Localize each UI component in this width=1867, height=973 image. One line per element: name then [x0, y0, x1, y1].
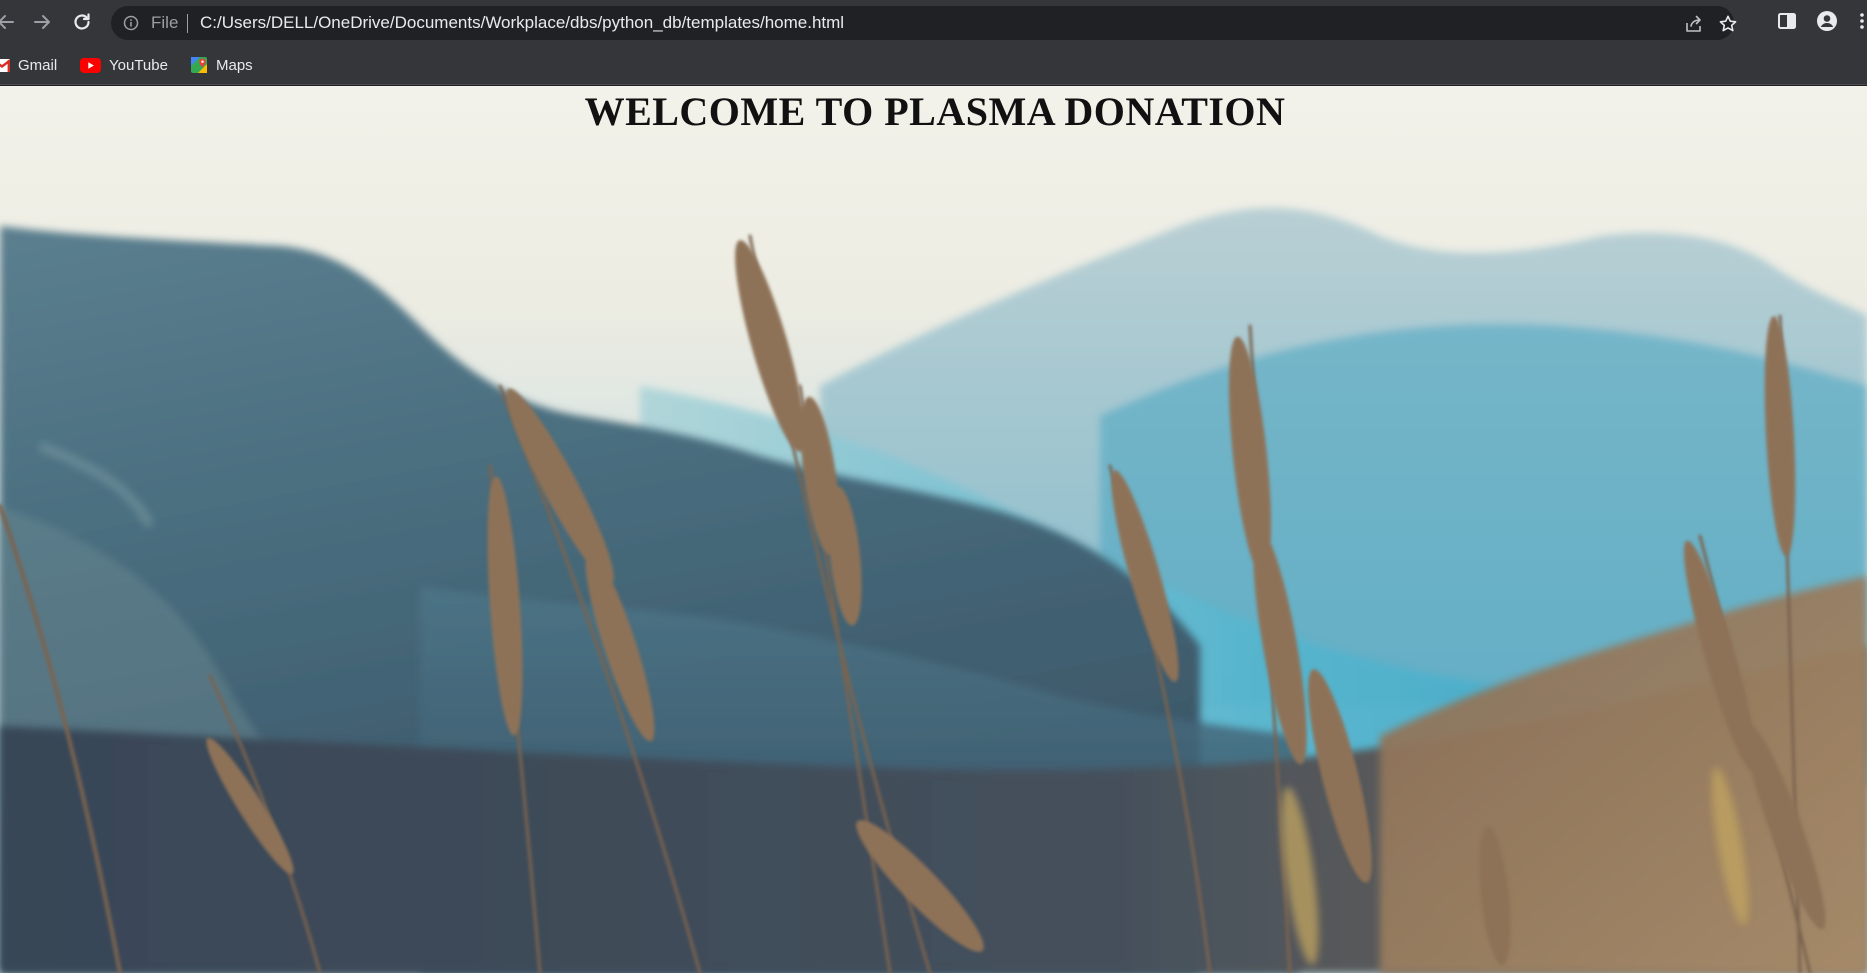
reload-button[interactable]: [68, 8, 96, 36]
url-scheme-label: File: [151, 13, 179, 32]
side-panel-icon[interactable]: [1776, 10, 1798, 32]
share-icon[interactable]: [1684, 14, 1704, 34]
background-landscape-image: [0, 86, 1867, 973]
bookmarks-bar: Gmail YouTube Maps: [0, 45, 1867, 85]
menu-kebab-icon[interactable]: [1856, 10, 1867, 32]
bookmark-star-icon[interactable]: [1718, 14, 1738, 34]
reload-icon: [74, 13, 90, 30]
page-viewport: WELCOME TO PLASMA DONATION: [0, 86, 1867, 973]
url-separator: [187, 14, 188, 33]
info-icon[interactable]: [123, 15, 139, 31]
page-title: WELCOME TO PLASMA DONATION: [584, 89, 1286, 134]
youtube-icon: [80, 57, 101, 73]
gmail-icon: [0, 58, 10, 72]
bookmark-maps[interactable]: Maps: [190, 53, 253, 77]
back-button[interactable]: [0, 8, 20, 36]
maps-icon: [191, 57, 207, 73]
address-bar[interactable]: File C:/Users/DELL/OneDrive/Documents/Wo…: [111, 6, 1737, 40]
bookmark-gmail[interactable]: Gmail: [0, 53, 57, 77]
url-text[interactable]: C:/Users/DELL/OneDrive/Documents/Workpla…: [200, 14, 844, 32]
back-arrow-icon: [0, 15, 14, 29]
profile-avatar-icon[interactable]: [1816, 10, 1838, 32]
bookmark-label: Maps: [216, 56, 253, 74]
bookmark-label: Gmail: [18, 56, 58, 74]
browser-toolbar: File C:/Users/DELL/OneDrive/Documents/Wo…: [0, 0, 1867, 45]
forward-arrow-icon: [34, 15, 50, 29]
forward-button[interactable]: [28, 8, 56, 36]
bookmark-youtube[interactable]: YouTube: [80, 53, 168, 77]
bookmark-label: YouTube: [109, 56, 168, 74]
